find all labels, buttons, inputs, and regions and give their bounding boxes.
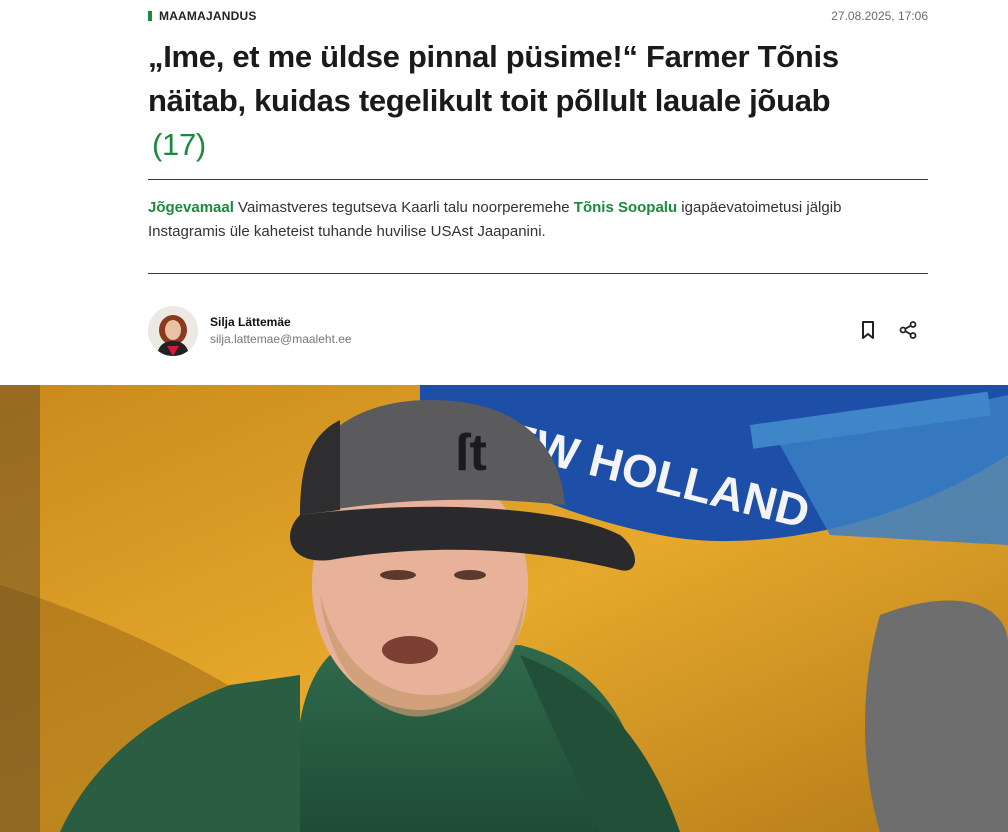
divider-top — [148, 179, 928, 180]
lead-text-1: Vaimastveres tegutseva Kaarli talu noorp… — [233, 199, 574, 216]
section-marker — [148, 11, 152, 21]
hero-photo: NEW HOLLAND ſt — [0, 385, 1008, 832]
bookmark-icon — [862, 321, 874, 339]
article-lead: Jõgevamaal Vaimastveres tegutseva Kaarli… — [148, 196, 888, 244]
headline-text: „Ime, et me üldse pinnal püsime!“ Farmer… — [148, 39, 839, 118]
comment-count-link[interactable]: (17) — [152, 123, 908, 167]
section-link[interactable]: MAAMAJANDUS — [159, 9, 257, 23]
author-avatar[interactable] — [148, 306, 198, 356]
lead-link-place[interactable]: Jõgevamaal — [148, 199, 234, 216]
article-headline: „Ime, et me üldse pinnal püsime!“ Farmer… — [148, 35, 908, 167]
share-button[interactable] — [896, 318, 920, 342]
bookmark-button[interactable] — [856, 318, 880, 342]
author-block: Silja Lättemäe silja.lattemae@maaleht.ee — [148, 306, 928, 356]
author-name[interactable]: Silja Lättemäe — [210, 315, 291, 329]
publish-date: 27.08.2025, 17:06 — [831, 9, 928, 23]
hero-image[interactable]: NEW HOLLAND ſt — [0, 385, 1008, 832]
author-email[interactable]: silja.lattemae@maaleht.ee — [210, 332, 352, 346]
divider-bottom — [148, 273, 928, 274]
svg-text:ſt: ſt — [455, 424, 487, 482]
article-meta: MAAMAJANDUS 27.08.2025, 17:06 — [148, 9, 928, 23]
share-icon — [899, 321, 917, 339]
lead-link-person[interactable]: Tõnis Soopalu — [574, 199, 677, 216]
